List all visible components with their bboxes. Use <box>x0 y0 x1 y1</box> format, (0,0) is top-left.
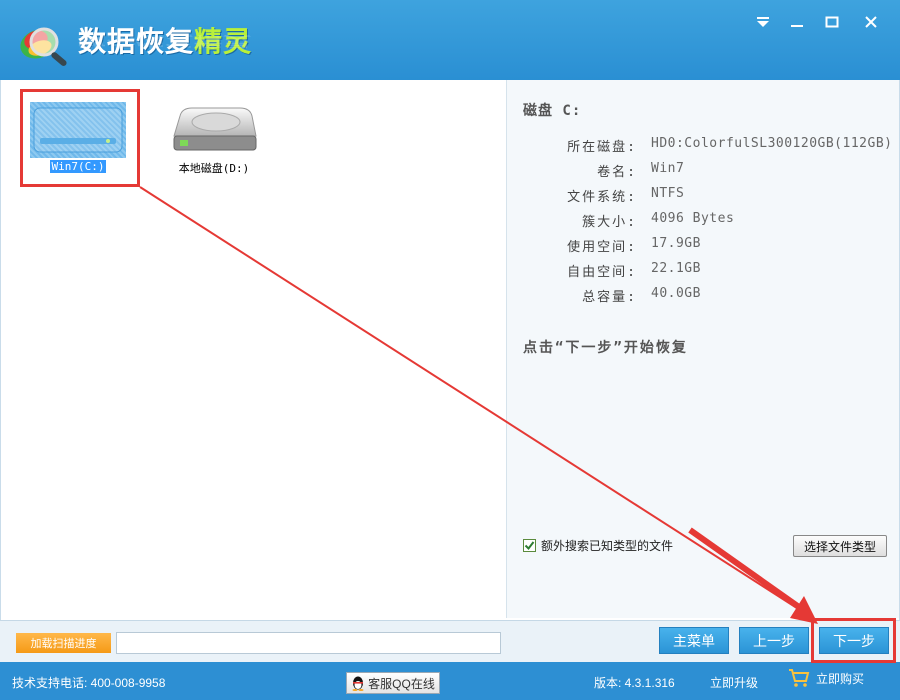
status-bar: 技术支持电话: 400-008-9958 客服QQ在线 版本: 4.3.1.31… <box>0 662 900 700</box>
menu-dropdown-button[interactable] <box>750 10 776 34</box>
buy-link[interactable]: 立即购买 <box>788 668 864 688</box>
scan-progress-bar <box>116 632 501 654</box>
info-row-filesystem: 文件系统: NTFS <box>567 186 685 205</box>
minimize-button[interactable] <box>784 10 810 34</box>
start-hint: 点击“下一步”开始恢复 <box>523 340 688 356</box>
previous-step-button[interactable]: 上一步 <box>739 627 809 654</box>
disk-info-table: 所在磁盘: HD0:ColorfulSL300120GB(112GB) 卷名: Wi… <box>527 136 892 311</box>
upgrade-link[interactable]: 立即升级 <box>710 674 758 691</box>
extra-search-checkbox[interactable] <box>523 539 536 552</box>
maximize-button[interactable] <box>819 10 845 34</box>
bottom-toolbar: 加载扫描进度 主菜单 上一步 下一步 <box>0 620 900 662</box>
selected-drive-highlight <box>20 89 140 187</box>
close-icon <box>865 16 877 28</box>
info-row-used: 使用空间: 17.9GB <box>567 236 701 255</box>
main-menu-button[interactable]: 主菜单 <box>659 627 729 654</box>
extra-search-option: 额外搜索已知类型的文件 <box>523 537 673 554</box>
info-row-free: 自由空间: 22.1GB <box>567 261 701 280</box>
app-title-reflection: 数据恢复精灵 <box>78 33 253 50</box>
support-phone: 技术支持电话: 400-008-9958 <box>12 676 166 690</box>
minimize-icon <box>791 25 803 27</box>
hard-drive-icon <box>166 102 262 158</box>
select-file-type-button[interactable]: 选择文件类型 <box>793 535 887 557</box>
disk-heading: 磁盘 C: <box>523 103 582 119</box>
app-logo-icon <box>14 18 74 70</box>
title-bar: 数据恢复精灵 数据恢复精灵 <box>0 0 900 80</box>
qq-service-button[interactable]: 客服QQ在线 <box>346 672 440 694</box>
info-row-volume: 卷名: Win7 <box>597 161 685 180</box>
maximize-icon <box>825 16 839 28</box>
drive-item-d[interactable]: 本地磁盘(D:) <box>159 102 269 176</box>
menu-dropdown-icon <box>757 17 769 27</box>
info-row-disk: 所在磁盘: HD0:ColorfulSL300120GB(112GB) <box>567 136 893 155</box>
shopping-cart-icon <box>789 669 810 687</box>
close-button[interactable] <box>858 10 884 34</box>
disk-info-pane: 磁盘 C: 所在磁盘: HD0:ColorfulSL300120GB(112GB)… <box>507 80 899 618</box>
info-row-cluster: 簇大小: 4096 Bytes <box>582 211 735 230</box>
next-button-highlight <box>811 618 896 663</box>
checkmark-icon <box>524 541 535 551</box>
version-label: 版本: 4.3.1.316 <box>594 676 675 690</box>
qq-penguin-icon <box>352 676 364 691</box>
extra-search-label: 额外搜索已知类型的文件 <box>541 539 674 553</box>
load-scan-progress-button[interactable]: 加载扫描进度 <box>16 633 111 653</box>
info-row-total: 总容量: 40.0GB <box>582 286 701 305</box>
drive-label-d: 本地磁盘(D:) <box>178 162 250 175</box>
